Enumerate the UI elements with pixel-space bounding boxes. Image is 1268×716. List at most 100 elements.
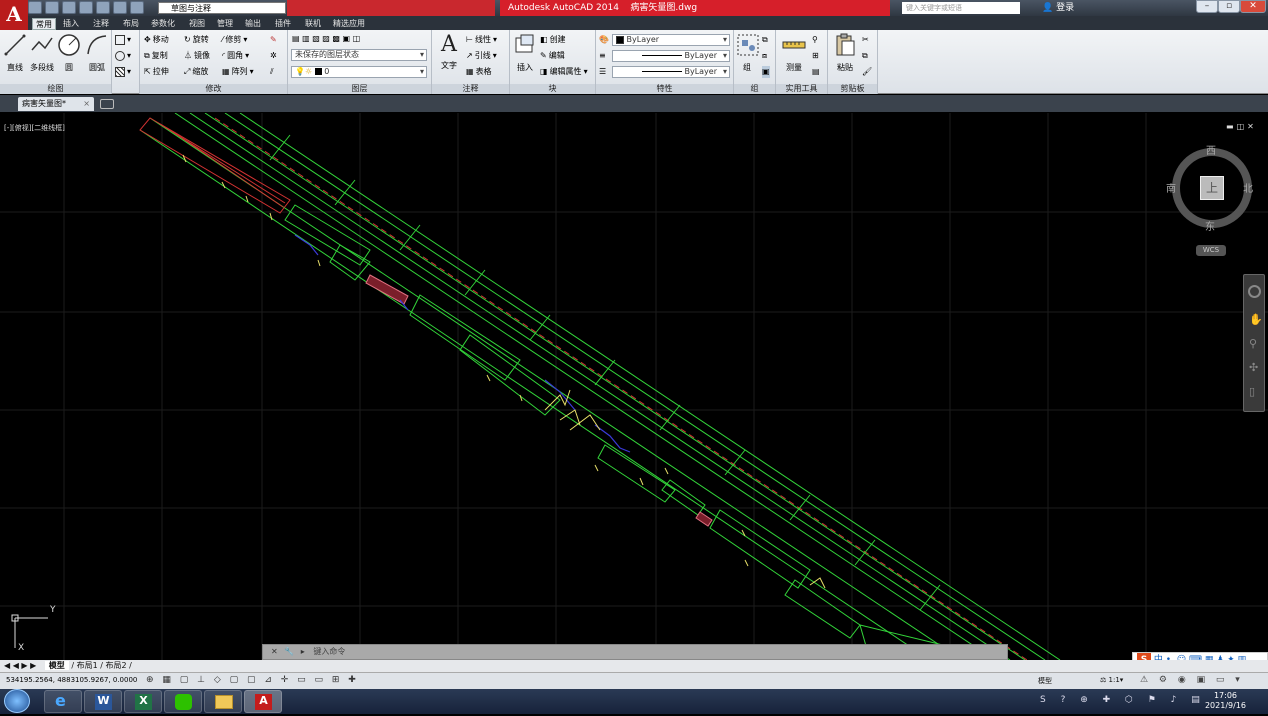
maximize-button[interactable]: ▫ (1218, 0, 1240, 13)
match-properties-button[interactable]: 🎨 (599, 34, 609, 46)
layer-state-select[interactable]: 未保存的图层状态 (291, 49, 427, 61)
hatch-button[interactable]: ▾ (115, 66, 131, 78)
viewport-minimize-icon[interactable]: ▬ (1226, 122, 1237, 131)
viewcube-north-label[interactable]: 北 (1243, 180, 1253, 195)
mirror-button[interactable]: ⏃ 镜像 (184, 50, 210, 62)
system-tray-icons[interactable]: S ? ⊕ ✚ ⬡ ⚑ ♪ ▤ (1040, 695, 1206, 705)
leader-button[interactable]: ↗ 引线 ▾ (466, 50, 497, 62)
scale-button[interactable]: ⤢ 缩放 (184, 66, 208, 78)
workspace-select[interactable]: 草图与注释 (158, 2, 286, 14)
command-input[interactable]: 键入命令 (313, 647, 345, 656)
tab-manage[interactable]: 管理 (214, 18, 236, 30)
rectangle-button[interactable]: ▾ (115, 34, 131, 46)
save-icon[interactable] (62, 1, 76, 14)
orbit-icon[interactable]: ✣ (1249, 361, 1258, 374)
polyline-button[interactable]: 多段线 (28, 32, 56, 73)
taskbar-clock[interactable]: 17:06 2021/9/16 (1205, 691, 1246, 711)
viewport-label[interactable]: [-][俯视][二维线框] (4, 123, 65, 133)
tab-plugins[interactable]: 插件 (272, 18, 294, 30)
edit-attributes-button[interactable]: ◨ 编辑属性 ▾ (540, 66, 588, 78)
circle-button[interactable]: 圆 (56, 32, 82, 73)
drafting-toggles[interactable]: ⊕ ▦ ▢ ⊥ ◇ ▢ ▢ ⊿ ✛ ▭ ▭ ⊞ ✚ (146, 675, 359, 685)
move-button[interactable]: ✥ 移动 (144, 34, 169, 46)
open-file-icon[interactable] (45, 1, 59, 14)
status-tray-icons[interactable]: ⚠ ⚙ ◉ ▣ ▭ ▾ (1140, 675, 1244, 685)
app-menu-logo[interactable]: A (0, 0, 28, 30)
search-input[interactable]: 键入关键字或短语 (902, 2, 1020, 14)
taskbar-excel-icon[interactable]: X (124, 690, 162, 713)
undo-icon[interactable] (113, 1, 127, 14)
layout-nav-icons[interactable]: ◀ ◀ ▶ ▶ (4, 661, 36, 670)
viewport-restore-icon[interactable]: ◫ (1237, 122, 1248, 131)
tab-layout1[interactable]: 布局1 (77, 661, 98, 670)
taskbar-word-icon[interactable]: W (84, 690, 122, 713)
tab-online[interactable]: 联机 (302, 18, 324, 30)
create-block-button[interactable]: ◧ 创建 (540, 34, 566, 46)
save-as-icon[interactable] (79, 1, 93, 14)
taskbar-autocad-icon[interactable]: A (244, 690, 282, 713)
showmotion-icon[interactable]: ▯ (1249, 385, 1255, 398)
new-file-icon[interactable] (28, 1, 42, 14)
cut-button[interactable]: ✂ (862, 34, 869, 46)
group-edit-button[interactable]: ⧈ (762, 50, 767, 62)
minimize-button[interactable]: – (1196, 0, 1218, 13)
zoom-icon[interactable]: ⚲ (1249, 337, 1257, 350)
tab-annotate[interactable]: 注释 (90, 18, 112, 30)
linetype-select[interactable]: ByLayer (612, 50, 730, 62)
copy-button[interactable]: ⧉ 复制 (144, 50, 168, 62)
copy-clip-button[interactable]: ⧉ (862, 50, 868, 62)
taskbar-wechat-icon[interactable] (164, 690, 202, 713)
close-button[interactable]: ✕ (1240, 0, 1266, 13)
tab-model[interactable]: 模型 (44, 661, 69, 670)
command-history-icon[interactable]: ▸ (301, 647, 305, 656)
ellipse-button[interactable]: ▾ (115, 50, 131, 62)
tab-parametric[interactable]: 参数化 (148, 18, 178, 30)
wcs-button[interactable]: WCS (1196, 245, 1226, 256)
tab-insert[interactable]: 插入 (60, 18, 82, 30)
erase-button[interactable]: ✎ (270, 34, 277, 46)
plot-icon[interactable] (96, 1, 110, 14)
trim-button[interactable]: ⁄ 修剪 ▾ (222, 34, 247, 46)
viewcube[interactable]: 上 (1172, 148, 1252, 228)
layer-tools[interactable]: ▤ ▥ ▧ ▨ ▩ ▣ ◫ (292, 33, 360, 45)
tab-home[interactable]: 常用 (32, 18, 56, 30)
paste-button[interactable]: 粘贴 (832, 32, 858, 73)
tab-layout[interactable]: 布局 (120, 18, 142, 30)
stretch-button[interactable]: ⇱ 拉伸 (144, 66, 169, 78)
command-close-icon[interactable]: ✕ (271, 647, 278, 656)
start-button-icon[interactable] (4, 689, 30, 713)
linear-dimension-button[interactable]: ⊢ 线性 ▾ (466, 34, 497, 46)
new-tab-button[interactable] (100, 99, 114, 109)
calculator-button[interactable]: ⊞ (812, 50, 819, 62)
match-prop-button[interactable]: 🖌 (862, 66, 872, 78)
taskbar-ie-icon[interactable]: e (44, 690, 82, 713)
steering-wheel-icon[interactable] (1248, 285, 1261, 298)
viewport-close-icon[interactable]: ✕ (1247, 122, 1257, 131)
text-button[interactable]: A 文字 (436, 32, 462, 71)
ungroup-button[interactable]: ⧉ (762, 34, 768, 46)
arc-button[interactable]: 圆弧 (84, 32, 110, 73)
file-tab-active[interactable]: 病害矢量图* × (18, 97, 94, 111)
lineweight-select[interactable]: ByLayer (612, 66, 730, 78)
viewcube-east-label[interactable]: 东 (1205, 218, 1215, 233)
annotation-scale[interactable]: ⚖ 1:1▾ (1100, 676, 1123, 684)
id-point-button[interactable]: ▤ (812, 66, 820, 78)
viewport-controls[interactable]: ▬◫✕ (1226, 122, 1257, 131)
array-button[interactable]: ▦ 阵列 ▾ (222, 66, 254, 78)
viewcube-south-label[interactable]: 南 (1166, 180, 1176, 195)
current-layer-select[interactable]: 💡☼ 0 (291, 66, 427, 78)
insert-block-button[interactable]: 插入 (512, 32, 538, 73)
pan-icon[interactable]: ✋ (1249, 313, 1263, 326)
measure-button[interactable]: 测量 (780, 32, 808, 73)
tab-output[interactable]: 输出 (242, 18, 264, 30)
tab-view[interactable]: 视图 (186, 18, 208, 30)
offset-button[interactable]: ⫽ (270, 66, 274, 78)
tab-layout2[interactable]: 布局2 (105, 661, 126, 670)
explode-button[interactable]: ✲ (270, 50, 277, 62)
command-line[interactable]: ✕ 🔧 ▸ 键入命令 (262, 644, 1008, 660)
color-select[interactable]: ByLayer (612, 34, 730, 46)
redo-icon[interactable] (130, 1, 144, 14)
model-space-button[interactable]: 模型 (1038, 676, 1052, 686)
group-select-button[interactable]: ▣ (762, 66, 770, 78)
table-button[interactable]: ▦ 表格 (466, 66, 492, 78)
